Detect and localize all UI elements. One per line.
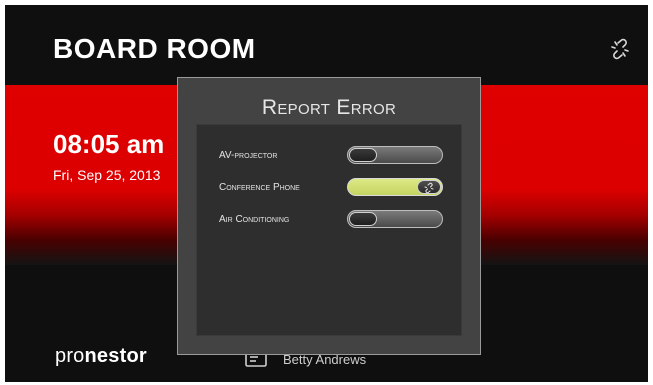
brand-logo: pronestor bbox=[55, 345, 147, 368]
device-label: Conference Phone bbox=[219, 182, 300, 193]
room-display: BOARD ROOM 08:05 am Fri, Sep 25, 2013 pr… bbox=[5, 5, 648, 382]
device-label: Air Conditioning bbox=[219, 214, 290, 225]
broken-link-icon[interactable] bbox=[608, 37, 632, 61]
device-label: AV-projector bbox=[219, 150, 278, 161]
device-row-conference-phone: Conference Phone bbox=[197, 177, 461, 199]
toggle-knob bbox=[417, 180, 441, 194]
broken-link-icon bbox=[424, 182, 434, 194]
device-row-air-conditioning: Air Conditioning bbox=[197, 209, 461, 231]
brand-logo-part1: pro bbox=[55, 345, 85, 367]
toggle-knob bbox=[349, 212, 377, 226]
current-time: 08:05 am bbox=[53, 129, 165, 159]
device-list: AV-projector Conference Phone Air Condit… bbox=[196, 124, 462, 336]
brand-logo-part2: nestor bbox=[84, 345, 147, 367]
device-row-av-projector: AV-projector bbox=[197, 145, 461, 167]
dialog-title: Report Error bbox=[261, 96, 397, 119]
air-conditioning-error-toggle[interactable] bbox=[347, 210, 443, 228]
current-date: Fri, Sep 25, 2013 bbox=[53, 167, 161, 183]
room-title: BOARD ROOM bbox=[53, 33, 256, 64]
conference-phone-error-toggle[interactable] bbox=[347, 178, 443, 196]
av-projector-error-toggle[interactable] bbox=[347, 146, 443, 164]
toggle-knob bbox=[349, 148, 377, 162]
report-error-dialog: Report Error AV-projector Conference Pho… bbox=[177, 77, 481, 355]
